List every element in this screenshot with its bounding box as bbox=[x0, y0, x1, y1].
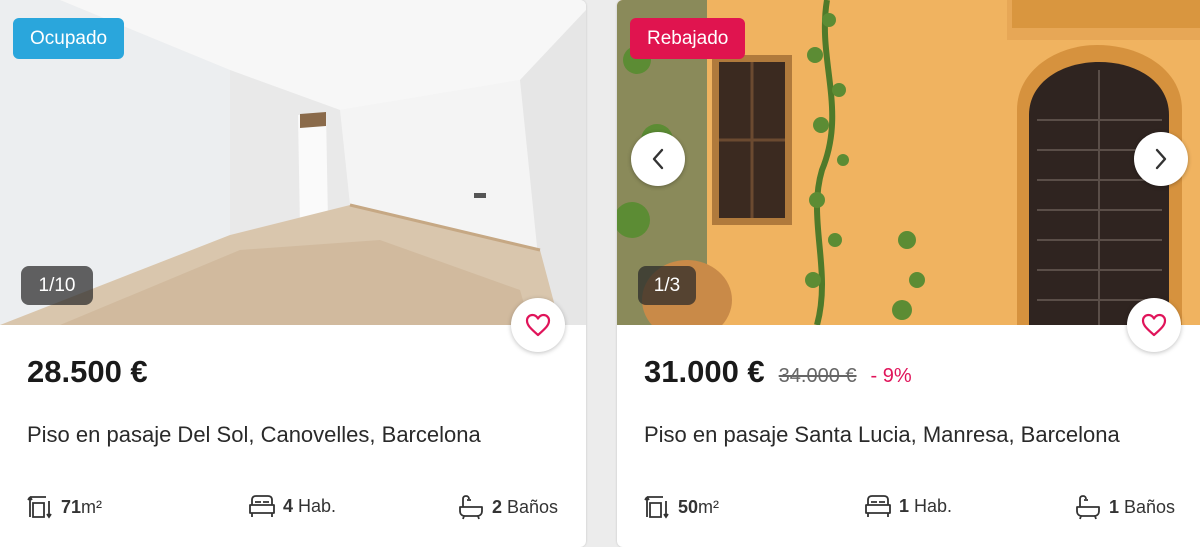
listing-card[interactable]: Rebajado 1/3 31.000 € 34.000 € - 9% Piso… bbox=[617, 0, 1200, 547]
favorite-button[interactable] bbox=[511, 298, 565, 352]
feature-baths: 1 Baños bbox=[1075, 494, 1175, 520]
discount-label: - 9% bbox=[870, 365, 912, 387]
old-price: 34.000 € bbox=[778, 365, 857, 387]
heart-icon bbox=[1141, 313, 1167, 337]
baths-value: 2 bbox=[492, 496, 503, 517]
photo-counter: 1/3 bbox=[638, 266, 696, 305]
photo-counter: 1/10 bbox=[21, 266, 93, 305]
price: 31.000 € bbox=[644, 354, 765, 389]
listing-title[interactable]: Piso en pasaje Santa Lucia, Manresa, Bar… bbox=[644, 422, 1120, 448]
price: 28.500 € bbox=[27, 354, 148, 389]
area-value: 71 bbox=[61, 496, 82, 517]
price-row: 28.500 € bbox=[27, 354, 148, 390]
bathtub-icon bbox=[459, 495, 483, 520]
bed-icon bbox=[249, 495, 275, 517]
listing-card[interactable]: Ocupado 1/10 28.500 € Piso en pasaje Del… bbox=[0, 0, 586, 547]
feature-rooms: 4 Hab. bbox=[249, 494, 336, 518]
feature-baths: 2 Baños bbox=[458, 494, 558, 520]
status-badge: Rebajado bbox=[630, 18, 746, 59]
next-photo-button[interactable] bbox=[1134, 132, 1188, 186]
listing-title[interactable]: Piso en pasaje Del Sol, Canovelles, Barc… bbox=[27, 422, 481, 448]
heart-icon bbox=[525, 313, 551, 337]
feature-rooms: 1 Hab. bbox=[865, 494, 952, 518]
bed-icon bbox=[865, 495, 891, 517]
rooms-value: 1 bbox=[899, 495, 910, 516]
price-row: 31.000 € 34.000 € - 9% bbox=[644, 354, 912, 390]
area-icon bbox=[644, 496, 669, 519]
area-icon bbox=[27, 496, 52, 519]
chevron-left-icon bbox=[652, 148, 664, 170]
feature-area: 71 m² bbox=[27, 494, 102, 520]
rooms-value: 4 bbox=[283, 495, 294, 516]
area-value: 50 bbox=[678, 496, 699, 517]
rooms-label: Hab. bbox=[914, 495, 953, 516]
area-unit: m² bbox=[698, 496, 720, 517]
favorite-button[interactable] bbox=[1127, 298, 1181, 352]
chevron-right-icon bbox=[1155, 148, 1167, 170]
baths-label: Baños bbox=[1124, 496, 1176, 517]
area-unit: m² bbox=[81, 496, 103, 517]
bathtub-icon bbox=[1076, 495, 1100, 520]
prev-photo-button[interactable] bbox=[631, 132, 685, 186]
rooms-label: Hab. bbox=[298, 495, 337, 516]
baths-value: 1 bbox=[1109, 496, 1120, 517]
feature-area: 50 m² bbox=[644, 494, 719, 520]
baths-label: Baños bbox=[507, 496, 559, 517]
status-badge: Ocupado bbox=[13, 18, 125, 59]
